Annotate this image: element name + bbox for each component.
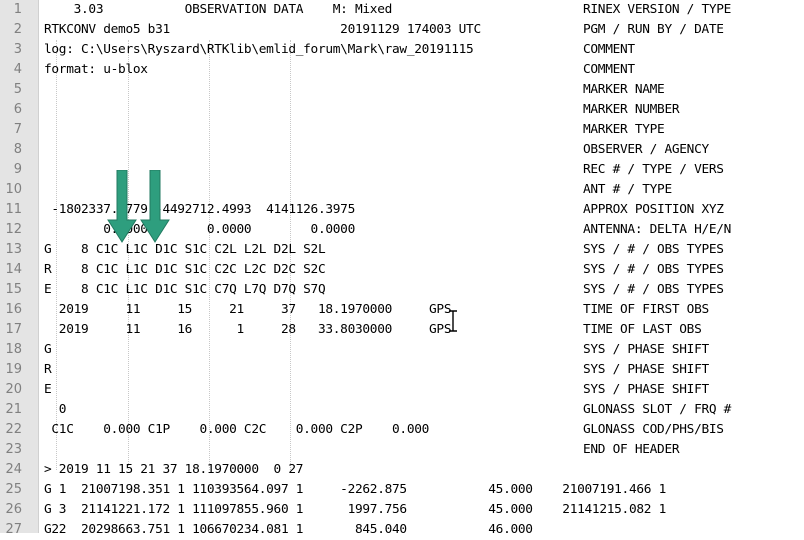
- header-label[interactable]: PGM / RUN BY / DATE: [583, 20, 724, 40]
- line-text[interactable]: G 1 21007198.351 1 110393564.097 1 -2262…: [44, 480, 666, 500]
- header-label[interactable]: TIME OF LAST OBS: [583, 320, 702, 340]
- line-text[interactable]: 2019 11 16 1 28 33.8030000 GPS: [44, 320, 452, 340]
- line-number: 20: [5, 382, 22, 397]
- line-number: 4: [13, 62, 22, 77]
- header-label[interactable]: SYS / PHASE SHIFT: [583, 360, 709, 380]
- header-label[interactable]: SYS / # / OBS TYPES: [583, 260, 724, 280]
- header-label[interactable]: ANT # / TYPE: [583, 180, 672, 200]
- line-text[interactable]: 0.0000 0.0000 0.0000: [44, 220, 355, 240]
- header-label[interactable]: OBSERVER / AGENCY: [583, 140, 709, 160]
- header-label[interactable]: SYS / PHASE SHIFT: [583, 340, 709, 360]
- header-label[interactable]: TIME OF FIRST OBS: [583, 300, 709, 320]
- text-cursor-icon: [449, 310, 457, 332]
- line-text[interactable]: G: [44, 340, 52, 360]
- editor-line[interactable]: 21 0 GLONASS SLOT / FRQ #: [0, 400, 804, 420]
- down-arrow-icon: [107, 170, 137, 243]
- line-text[interactable]: 2019 11 15 21 37 18.1970000 GPS: [44, 300, 452, 320]
- line-number: 25: [5, 482, 22, 497]
- line-number: 14: [5, 262, 22, 277]
- line-text[interactable]: G 3 21141221.172 1 111097855.960 1 1997.…: [44, 500, 666, 520]
- editor-line[interactable]: 23 END OF HEADER: [0, 440, 804, 460]
- editor-line[interactable]: 14 R 8 C1C L1C D1C S1C C2C L2C D2C S2C SYS…: [0, 260, 804, 280]
- line-text[interactable]: E: [44, 380, 52, 400]
- editor-line[interactable]: 19 R SYS / PHASE SHIFT: [0, 360, 804, 380]
- editor-line[interactable]: 25 G 1 21007198.351 1 110393564.097 1 -22…: [0, 480, 804, 500]
- text-editor[interactable]: 1 3.03 OBSERVATION DATA M: Mixed RINEX VE…: [0, 0, 804, 537]
- line-number: 9: [13, 162, 22, 177]
- line-text[interactable]: log: C:\Users\Ryszard\RTKlib\emlid_forum…: [44, 40, 474, 60]
- editor-line[interactable]: 5 MARKER NAME: [0, 80, 804, 100]
- line-text[interactable]: format: u-blox: [44, 60, 148, 80]
- line-text[interactable]: C1C 0.000 C1P 0.000 C2C 0.000 C2P 0.000: [44, 420, 429, 440]
- editor-line[interactable]: 7 MARKER TYPE: [0, 120, 804, 140]
- line-number: 24: [5, 462, 22, 477]
- line-number: 13: [5, 242, 22, 257]
- line-text[interactable]: E 8 C1C L1C D1C S1C C7Q L7Q D7Q S7Q: [44, 280, 326, 300]
- editor-line[interactable]: 3 log: C:\Users\Ryszard\RTKlib\emlid_foru…: [0, 40, 804, 60]
- line-text[interactable]: RTKCONV demo5 b31 20191129 174003 UTC: [44, 20, 481, 40]
- line-text[interactable]: > 2019 11 15 21 37 18.1970000 0 27: [44, 460, 303, 480]
- line-number: 17: [5, 322, 22, 337]
- line-number: 11: [5, 202, 22, 217]
- header-label[interactable]: GLONASS COD/PHS/BIS: [583, 420, 724, 440]
- editor-line[interactable]: 1 3.03 OBSERVATION DATA M: Mixed RINEX VE…: [0, 0, 804, 20]
- line-number: 19: [5, 362, 22, 377]
- editor-line[interactable]: 22 C1C 0.000 C1P 0.000 C2C 0.000 C2P 0.0…: [0, 420, 804, 440]
- line-text[interactable]: -1802337.7779 -4492712.4993 4141126.3975: [44, 200, 355, 220]
- line-number: 5: [13, 82, 22, 97]
- editor-line[interactable]: 26 G 3 21141221.172 1 111097855.960 1 199…: [0, 500, 804, 520]
- line-number: 23: [5, 442, 22, 457]
- editor-line[interactable]: 18 G SYS / PHASE SHIFT: [0, 340, 804, 360]
- header-label[interactable]: RINEX VERSION / TYPE: [583, 0, 731, 20]
- line-number: 3: [13, 42, 22, 57]
- editor-line[interactable]: 16 2019 11 15 21 37 18.1970000 GPS TIME O…: [0, 300, 804, 320]
- line-text[interactable]: 3.03 OBSERVATION DATA M: Mixed: [44, 0, 393, 20]
- line-number: 22: [5, 422, 22, 437]
- line-text[interactable]: 0: [44, 400, 67, 420]
- editor-line[interactable]: 17 2019 11 16 1 28 33.8030000 GPS TIME OF…: [0, 320, 804, 340]
- header-label[interactable]: SYS / # / OBS TYPES: [583, 240, 724, 260]
- editor-line[interactable]: 8 OBSERVER / AGENCY: [0, 140, 804, 160]
- editor-line[interactable]: 20 E SYS / PHASE SHIFT: [0, 380, 804, 400]
- line-number: 15: [5, 282, 22, 297]
- editor-line[interactable]: 4 format: u-blox COMMENT: [0, 60, 804, 80]
- line-number: 10: [5, 182, 22, 197]
- header-label[interactable]: MARKER NAME: [583, 80, 665, 100]
- header-label[interactable]: GLONASS SLOT / FRQ #: [583, 400, 731, 420]
- editor-line[interactable]: 27 G22 20298663.751 1 106670234.081 1 845…: [0, 520, 804, 540]
- header-label[interactable]: COMMENT: [583, 60, 635, 80]
- line-number: 21: [5, 402, 22, 417]
- down-arrow-icon: [140, 170, 170, 243]
- line-number: 2: [13, 22, 22, 37]
- line-number: 12: [5, 222, 22, 237]
- line-text[interactable]: G22 20298663.751 1 106670234.081 1 845.0…: [44, 520, 533, 540]
- line-text[interactable]: R: [44, 360, 52, 380]
- line-number: 6: [13, 102, 22, 117]
- header-label[interactable]: APPROX POSITION XYZ: [583, 200, 724, 220]
- line-text[interactable]: R 8 C1C L1C D1C S1C C2C L2C D2C S2C: [44, 260, 326, 280]
- line-number: 27: [5, 522, 22, 537]
- header-label[interactable]: SYS / # / OBS TYPES: [583, 280, 724, 300]
- editor-line[interactable]: 15 E 8 C1C L1C D1C S1C C7Q L7Q D7Q S7Q SYS…: [0, 280, 804, 300]
- header-label[interactable]: SYS / PHASE SHIFT: [583, 380, 709, 400]
- line-number: 18: [5, 342, 22, 357]
- header-label[interactable]: COMMENT: [583, 40, 635, 60]
- header-label[interactable]: ANTENNA: DELTA H/E/N: [583, 220, 731, 240]
- header-label[interactable]: END OF HEADER: [583, 440, 680, 460]
- editor-line[interactable]: 6 MARKER NUMBER: [0, 100, 804, 120]
- header-label[interactable]: MARKER NUMBER: [583, 100, 680, 120]
- line-number: 1: [13, 2, 22, 17]
- editor-line[interactable]: 24 > 2019 11 15 21 37 18.1970000 0 27: [0, 460, 804, 480]
- line-number: 7: [13, 122, 22, 137]
- line-number: 26: [5, 502, 22, 517]
- line-number: 8: [13, 142, 22, 157]
- header-label[interactable]: MARKER TYPE: [583, 120, 665, 140]
- header-label[interactable]: REC # / TYPE / VERS: [583, 160, 724, 180]
- line-text[interactable]: G 8 C1C L1C D1C S1C C2L L2L D2L S2L: [44, 240, 326, 260]
- editor-line[interactable]: 2 RTKCONV demo5 b31 20191129 174003 UTC PG…: [0, 20, 804, 40]
- line-number: 16: [5, 302, 22, 317]
